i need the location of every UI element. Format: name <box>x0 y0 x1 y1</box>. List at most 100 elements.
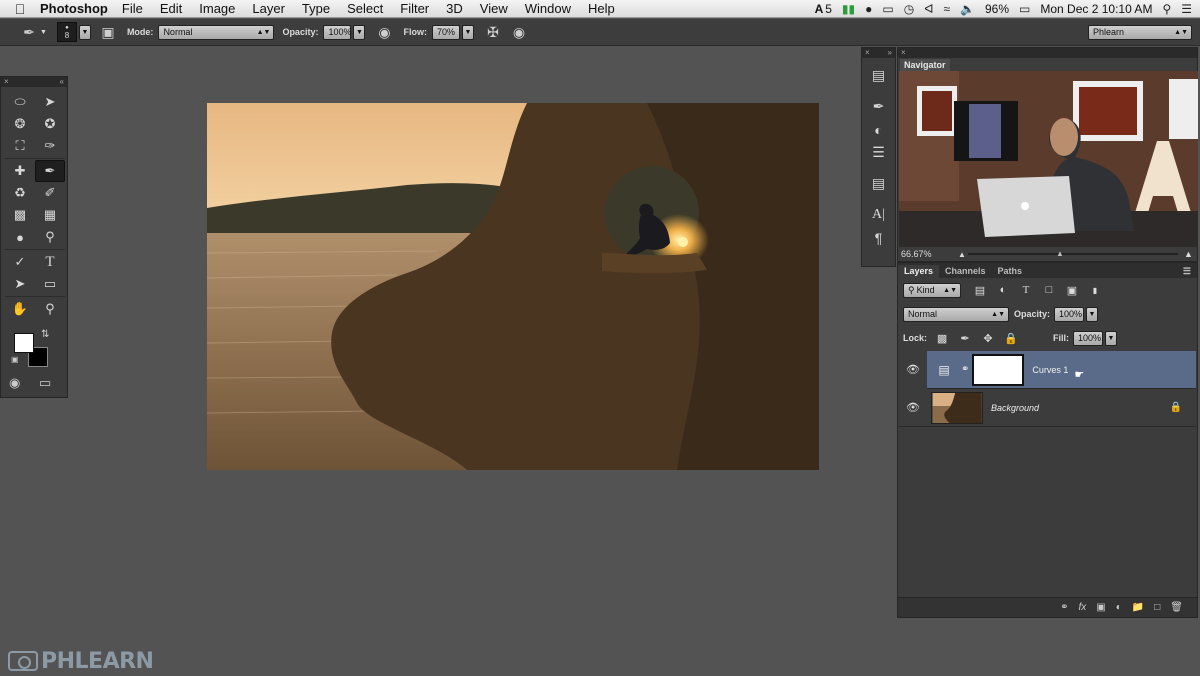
filter-shape-icon[interactable]: □ <box>1040 283 1058 297</box>
panel-menu-icon[interactable]: ☰ <box>1177 265 1197 278</box>
brush-size-picker[interactable]: ● 8 <box>56 22 77 42</box>
zoom-level[interactable]: 66.67% <box>901 249 932 259</box>
menu-edit[interactable]: Edit <box>160 1 182 16</box>
fill-field[interactable]: 100% <box>1073 330 1104 346</box>
lock-all-icon[interactable]: 🔒 <box>1002 331 1020 345</box>
zoom-slider-knob[interactable]: ▲ <box>1056 249 1064 258</box>
history-brush-tool-icon[interactable]: ✐ <box>35 182 65 204</box>
tab-layers[interactable]: Layers <box>898 265 940 278</box>
battery-meter-icon[interactable]: ▮▮ <box>842 2 855 16</box>
close-icon[interactable]: × <box>865 48 870 58</box>
screen-mode-icon[interactable]: ▭ <box>39 375 51 391</box>
opacity-field[interactable]: 100% <box>323 24 351 40</box>
crop-tool-icon[interactable]: ⛶ <box>5 135 35 157</box>
notification-center-icon[interactable]: ☰ <box>1181 2 1192 16</box>
foreground-color-swatch[interactable] <box>14 333 34 353</box>
filter-smart-object-icon[interactable]: ▣ <box>1063 283 1081 297</box>
menu-view[interactable]: View <box>480 1 508 16</box>
character-panel-icon[interactable]: A| <box>862 203 895 226</box>
brush-tool-icon[interactable]: ✒ <box>35 160 65 182</box>
brush-tool-preset-icon[interactable]: ✒ <box>18 22 40 42</box>
new-adjustment-layer-icon[interactable]: ◐ <box>1116 602 1122 613</box>
filter-toggle-icon[interactable]: ▮ <box>1086 283 1104 297</box>
zoom-in-icon[interactable]: ▲ <box>1184 249 1193 259</box>
mask-link-icon[interactable]: ⚭ <box>961 364 969 375</box>
add-mask-icon[interactable]: ▣ <box>1096 602 1105 613</box>
airplay-icon[interactable]: ▭ <box>882 2 893 16</box>
brush-presets-icon[interactable]: ✒ <box>862 95 895 118</box>
menu-type[interactable]: Type <box>302 1 330 16</box>
history-panel-icon[interactable]: ▤ <box>862 64 895 87</box>
document-canvas[interactable] <box>207 103 819 470</box>
spotlight-icon[interactable]: ⚲ <box>1162 2 1171 16</box>
pressure-opacity-icon[interactable]: ◉ <box>373 22 395 42</box>
blur-tool-icon[interactable]: ● <box>5 226 35 248</box>
healing-brush-tool-icon[interactable]: ✚ <box>5 160 35 182</box>
menu-select[interactable]: Select <box>347 1 383 16</box>
brush-picker-arrow[interactable]: ▼ <box>78 24 91 40</box>
menu-help[interactable]: Help <box>588 1 615 16</box>
pressure-size-icon[interactable]: ◉ <box>508 22 530 42</box>
time-machine-icon[interactable]: ◷ <box>904 2 914 16</box>
battery-icon[interactable]: ▭ <box>1019 2 1030 16</box>
layer-opacity-field[interactable]: 100% <box>1054 306 1085 322</box>
filter-adjustment-icon[interactable]: ◐ <box>994 283 1012 297</box>
info-panel-icon[interactable]: ▤ <box>862 172 895 195</box>
navigator-panel-header[interactable]: × <box>898 48 1197 58</box>
menu-file[interactable]: File <box>122 1 143 16</box>
apple-icon[interactable]:  <box>0 1 40 17</box>
flow-field[interactable]: 70% <box>431 24 460 40</box>
tab-navigator[interactable]: Navigator <box>900 59 950 71</box>
paragraph-panel-icon[interactable]: ¶ <box>862 226 895 249</box>
layer-mask-thumbnail[interactable] <box>972 353 1025 386</box>
filter-pixel-icon[interactable]: ▤ <box>971 283 989 297</box>
lock-transparency-icon[interactable]: ▩ <box>933 331 951 345</box>
menu-filter[interactable]: Filter <box>400 1 429 16</box>
hand-tool-icon[interactable]: ✋ <box>5 298 35 320</box>
lock-position-icon[interactable]: ✥ <box>979 331 997 345</box>
link-layers-icon[interactable]: ⚭ <box>1060 602 1068 613</box>
layer-style-fx-icon[interactable]: fx <box>1079 602 1087 613</box>
filter-kind-dropdown[interactable]: ⚲ Kind ▲▼ <box>903 282 961 298</box>
layer-name[interactable]: Curves 1 <box>1032 365 1068 375</box>
dodge-tool-icon[interactable]: ⚲ <box>35 226 65 248</box>
eraser-tool-icon[interactable]: ▩ <box>5 204 35 226</box>
opacity-slider-arrow[interactable]: ▼ <box>353 24 366 40</box>
airbrush-icon[interactable]: ✠ <box>482 22 504 42</box>
move-tool-icon[interactable]: ➤ <box>35 91 65 113</box>
eyedropper-tool-icon[interactable]: ✑ <box>35 135 65 157</box>
bluetooth-icon[interactable]: ᐊ <box>924 2 933 16</box>
volume-icon[interactable]: 🔈 <box>960 2 975 16</box>
tools-panel-header[interactable]: × « <box>1 77 67 87</box>
wifi-icon[interactable]: ≈ <box>943 2 950 16</box>
flow-slider-arrow[interactable]: ▼ <box>461 24 474 40</box>
shape-tool-icon[interactable]: ▭ <box>35 273 65 295</box>
filter-type-icon[interactable]: T <box>1017 283 1035 297</box>
path-selection-tool-icon[interactable]: ➤ <box>5 273 35 295</box>
fill-arrow[interactable]: ▼ <box>1105 330 1118 346</box>
clock[interactable]: Mon Dec 2 10:10 AM <box>1040 2 1152 16</box>
swap-colors-icon[interactable]: ⇅ <box>41 329 49 340</box>
clone-stamp-tool-icon[interactable]: ♻ <box>5 182 35 204</box>
visibility-eye-icon[interactable]: 👁 <box>899 350 927 389</box>
gradient-tool-icon[interactable]: ▦ <box>35 204 65 226</box>
zoom-slider[interactable] <box>968 253 1178 255</box>
visibility-eye-icon[interactable]: 👁 <box>899 389 927 427</box>
zoom-out-icon[interactable]: ▲ <box>958 250 966 259</box>
properties-icon[interactable]: ☰ <box>862 141 895 164</box>
mode-dropdown[interactable]: Normal ▲▼ <box>158 24 275 40</box>
pen-tool-icon[interactable]: ✓ <box>5 251 35 273</box>
collapse-icon[interactable]: » <box>888 48 892 58</box>
layer-name[interactable]: Background <box>991 403 1039 413</box>
preset-arrow-icon[interactable]: ▼ <box>40 29 47 36</box>
menu-window[interactable]: Window <box>525 1 571 16</box>
tab-channels[interactable]: Channels <box>939 265 992 278</box>
delete-layer-icon[interactable]: 🗑 <box>1170 602 1183 613</box>
app-menu-photoshop[interactable]: Photoshop <box>40 1 108 16</box>
layer-row-curves[interactable]: 👁 ▤ ⚭ Curves 1 ☛ <box>899 350 1196 389</box>
adjustments-icon[interactable]: ◐ <box>862 118 895 141</box>
collapse-icon[interactable]: « <box>60 77 64 87</box>
menu-layer[interactable]: Layer <box>252 1 285 16</box>
blend-mode-dropdown[interactable]: Normal ▲▼ <box>903 306 1009 322</box>
evernote-icon[interactable]: ● <box>865 2 872 16</box>
